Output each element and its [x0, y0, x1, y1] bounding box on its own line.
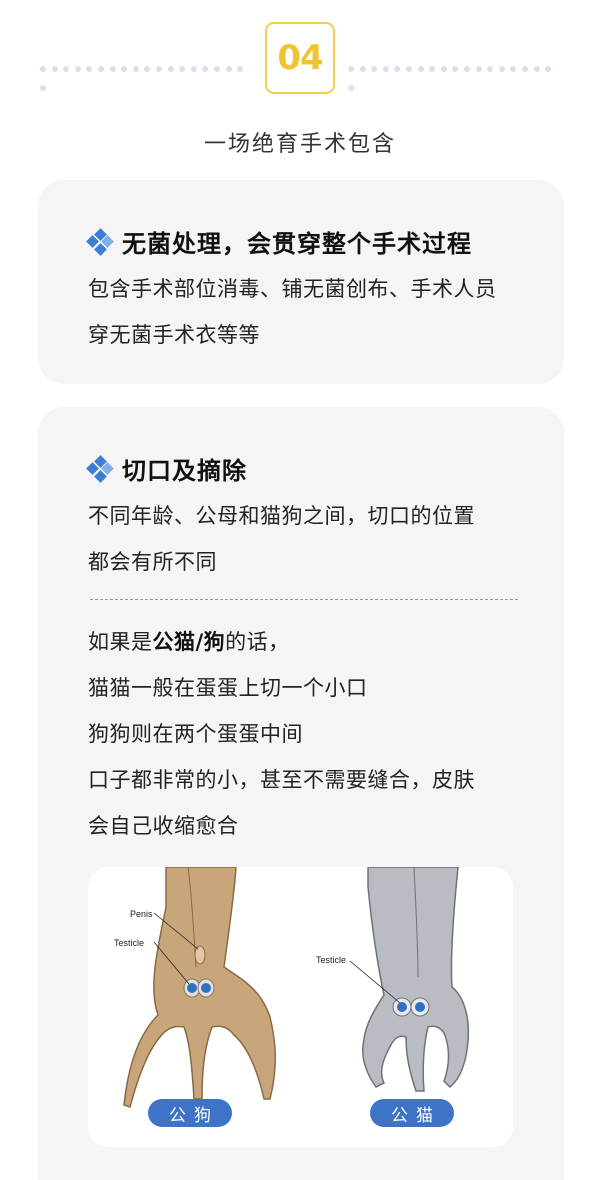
card-intro: 不同年龄、公母和猫狗之间，切口的位置 都会有所不同	[88, 493, 475, 585]
card-heading-text: 无菌处理，会贯穿整个手术过程	[122, 230, 472, 258]
cat-testicle-label: Testicle	[316, 955, 347, 965]
anatomy-illustration: Penis Testicle Testicle 公狗 公猫	[88, 867, 513, 1147]
card-body: 包含手术部位消毒、铺无菌创布、手术人员 穿无菌手术衣等等	[88, 266, 497, 358]
section-title: 一场绝育手术包含	[203, 132, 396, 157]
body-line: 穿无菌手术衣等等	[88, 323, 260, 347]
blue-diamond-cross-icon	[86, 227, 114, 256]
section-number-row: 04	[0, 22, 600, 96]
card-heading: 无菌处理，会贯穿整个手术过程	[86, 224, 472, 259]
body-line: 猫猫一般在蛋蛋上切一个小口	[88, 676, 368, 700]
card-heading: 切口及摘除	[86, 451, 247, 486]
cat-illustration	[349, 867, 470, 1092]
male-intro-line: 如果是公猫/狗的话，	[88, 630, 290, 654]
section-number-badge: 04	[265, 22, 335, 94]
section-number: 04	[277, 38, 323, 78]
dog-illustration	[123, 867, 276, 1108]
body-line: 不同年龄、公母和猫狗之间，切口的位置	[88, 504, 475, 528]
body-line: 会自己收缩愈合	[88, 814, 239, 838]
decorative-dots-right	[348, 57, 560, 91]
body-line: 狗狗则在两个蛋蛋中间	[88, 722, 303, 746]
incision-card: 切口及摘除 不同年龄、公母和猫狗之间，切口的位置 都会有所不同 如果是公猫/狗的…	[38, 407, 564, 1180]
body-line: 都会有所不同	[88, 550, 217, 574]
male-dog-pill: 公狗	[148, 1099, 232, 1127]
body-line: 口子都非常的小，甚至不需要缝合，皮肤	[88, 768, 475, 792]
body-line: 包含手术部位消毒、铺无菌创布、手术人员	[88, 277, 497, 301]
male-cat-pill: 公猫	[370, 1099, 454, 1127]
card-detail: 如果是公猫/狗的话， 猫猫一般在蛋蛋上切一个小口 狗狗则在两个蛋蛋中间 口子都非…	[88, 619, 475, 849]
card-heading-text: 切口及摘除	[122, 457, 247, 485]
blue-diamond-cross-icon	[86, 454, 114, 483]
dog-testicle-label: Testicle	[114, 938, 145, 948]
sterile-card: 无菌处理，会贯穿整个手术过程 包含手术部位消毒、铺无菌创布、手术人员 穿无菌手术…	[38, 180, 564, 384]
decorative-dots-left	[40, 57, 252, 91]
dashed-divider	[90, 599, 518, 600]
dog-penis-label: Penis	[130, 909, 153, 919]
